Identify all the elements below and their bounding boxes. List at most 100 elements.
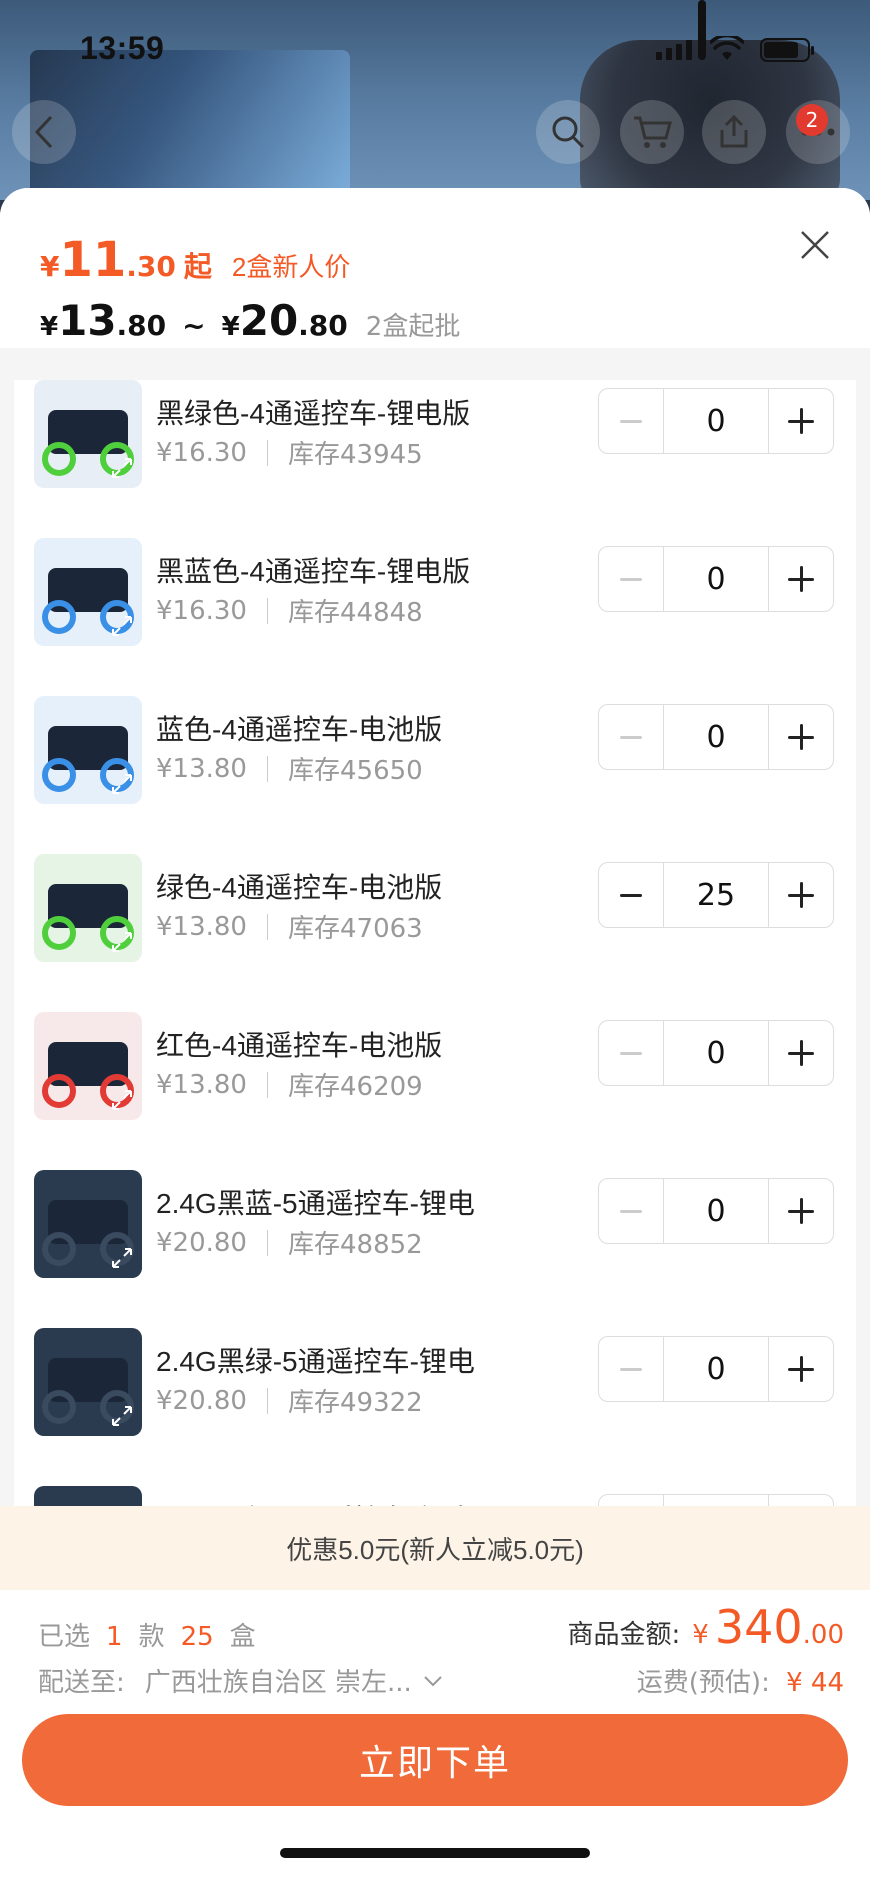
quantity-stepper: 25 [598,862,834,928]
expand-icon [112,616,132,636]
increase-button[interactable] [769,1179,833,1243]
divider [266,913,268,940]
sku-meta: ¥13.80 库存45650 [156,750,423,787]
price-high-dec: .80 [298,309,348,342]
delivery-address[interactable]: 配送至: 广西壮族自治区 崇左... [38,1662,444,1699]
quantity-stepper: 0 [598,546,834,612]
ship-label: 配送至: [38,1668,125,1698]
selected-prefix: 已选 [38,1622,91,1652]
minus-icon [620,1367,642,1371]
order-footer: 已选 1 款 25 盒 商品金额: ¥ 340 .00 配送至: 广西壮族自治区… [0,1590,870,1883]
sku-selection-sheet: ¥ 11 .30 起 2盒新人价 ¥ 13 .80 ~ ¥ 20 .80 2盒起… [0,188,870,1883]
expand-icon [112,1406,132,1426]
minus-icon [620,1051,642,1055]
new-user-tag: 2盒新人价 [231,252,351,282]
search-icon [552,116,585,149]
expand-icon [112,932,132,952]
sku-row: 黑绿色-4通遥控车-锂电版 ¥16.30 库存43945 0 [14,380,856,510]
minus-icon [620,419,642,423]
cart-icon [634,116,672,148]
sku-thumbnail[interactable] [34,1170,142,1278]
share-button[interactable] [702,100,766,164]
wheel-image [42,916,76,950]
sku-price: ¥20.80 [156,1227,247,1258]
price-low-dec: .80 [116,309,167,342]
wheel-image [42,1074,76,1108]
decrease-button[interactable] [599,1179,663,1243]
wheel-image [42,1232,76,1266]
quantity-value[interactable]: 0 [663,705,769,769]
promo-banner: 优惠5.0元(新人立减5.0元) [0,1506,870,1590]
plus-icon [788,408,814,434]
plus-icon [788,1198,814,1224]
price-yen: ¥ [40,250,60,283]
sku-thumbnail[interactable] [34,696,142,804]
close-icon[interactable] [790,220,840,270]
quantity-value[interactable]: 0 [663,389,769,453]
increase-button[interactable] [769,705,833,769]
sku-row: 黑蓝色-4通遥控车-锂电版 ¥16.30 库存44848 0 [14,510,856,668]
wheel-image [42,758,76,792]
status-bar: 13:59 [0,26,870,70]
ship-address: 广西壮族自治区 崇左... [144,1668,412,1698]
decrease-button[interactable] [599,1337,663,1401]
increase-button[interactable] [769,547,833,611]
quantity-value[interactable]: 0 [663,1021,769,1085]
increase-button[interactable] [769,863,833,927]
increase-button[interactable] [769,1021,833,1085]
sku-thumbnail[interactable] [34,854,142,962]
quantity-value[interactable]: 0 [663,1179,769,1243]
freight-value: ¥ 44 [786,1668,844,1698]
back-button[interactable] [12,100,76,164]
plus-icon [788,724,814,750]
wifi-icon [710,36,744,60]
sku-name: 黑绿色-4通遥控车-锂电版 [156,398,471,429]
sku-name: 黑蓝色-4通遥控车-锂电版 [156,556,471,587]
minus-icon [620,577,642,581]
minus-icon [620,735,642,739]
divider [266,439,268,466]
signal-icon [656,40,692,60]
sku-list[interactable]: 黑绿色-4通遥控车-锂电版 ¥16.30 库存43945 0 黑蓝色-4通遥控车… [14,380,856,1514]
increase-button[interactable] [769,1337,833,1401]
amount-yen: ¥ [692,1620,709,1650]
sku-thumbnail[interactable] [34,380,142,488]
search-button[interactable] [536,100,600,164]
sku-thumbnail[interactable] [34,1012,142,1120]
boxes-unit: 盒 [229,1622,256,1652]
sku-price: ¥13.80 [156,753,247,784]
decrease-button[interactable] [599,1021,663,1085]
expand-icon [112,774,132,794]
quantity-value[interactable]: 0 [663,547,769,611]
divider [266,597,268,624]
plus-icon [788,882,814,908]
price-low-yen: ¥ [40,312,59,342]
price-int: 11 [59,232,127,288]
freight-estimate: 运费(预估): ¥ 44 [637,1662,844,1699]
minus-icon [620,893,642,897]
increase-button[interactable] [769,389,833,453]
sku-stock: 库存47063 [287,914,423,944]
cart-button[interactable] [620,100,684,164]
place-order-button[interactable]: 立即下单 [22,1714,848,1806]
quantity-value[interactable]: 25 [663,863,769,927]
cart-badge: 2 [796,104,828,136]
decrease-button[interactable] [599,705,663,769]
sku-thumbnail[interactable] [34,1328,142,1436]
expand-icon [112,458,132,478]
product-box-image [30,50,350,200]
amount-int: 340 [714,1600,803,1654]
sku-thumbnail[interactable] [34,538,142,646]
divider [266,755,268,782]
quantity-value[interactable]: 0 [663,1337,769,1401]
decrease-button[interactable] [599,863,663,927]
price-suffix: 起 [183,250,212,283]
wheel-image [42,1390,76,1424]
divider [266,1387,268,1414]
sku-name: 2.4G黑绿-5通遥控车-锂电 [156,1346,475,1377]
price-high-int: 20 [239,296,299,345]
status-time: 13:59 [80,30,165,66]
decrease-button[interactable] [599,389,663,453]
back-arrow-icon [34,115,53,149]
decrease-button[interactable] [599,547,663,611]
